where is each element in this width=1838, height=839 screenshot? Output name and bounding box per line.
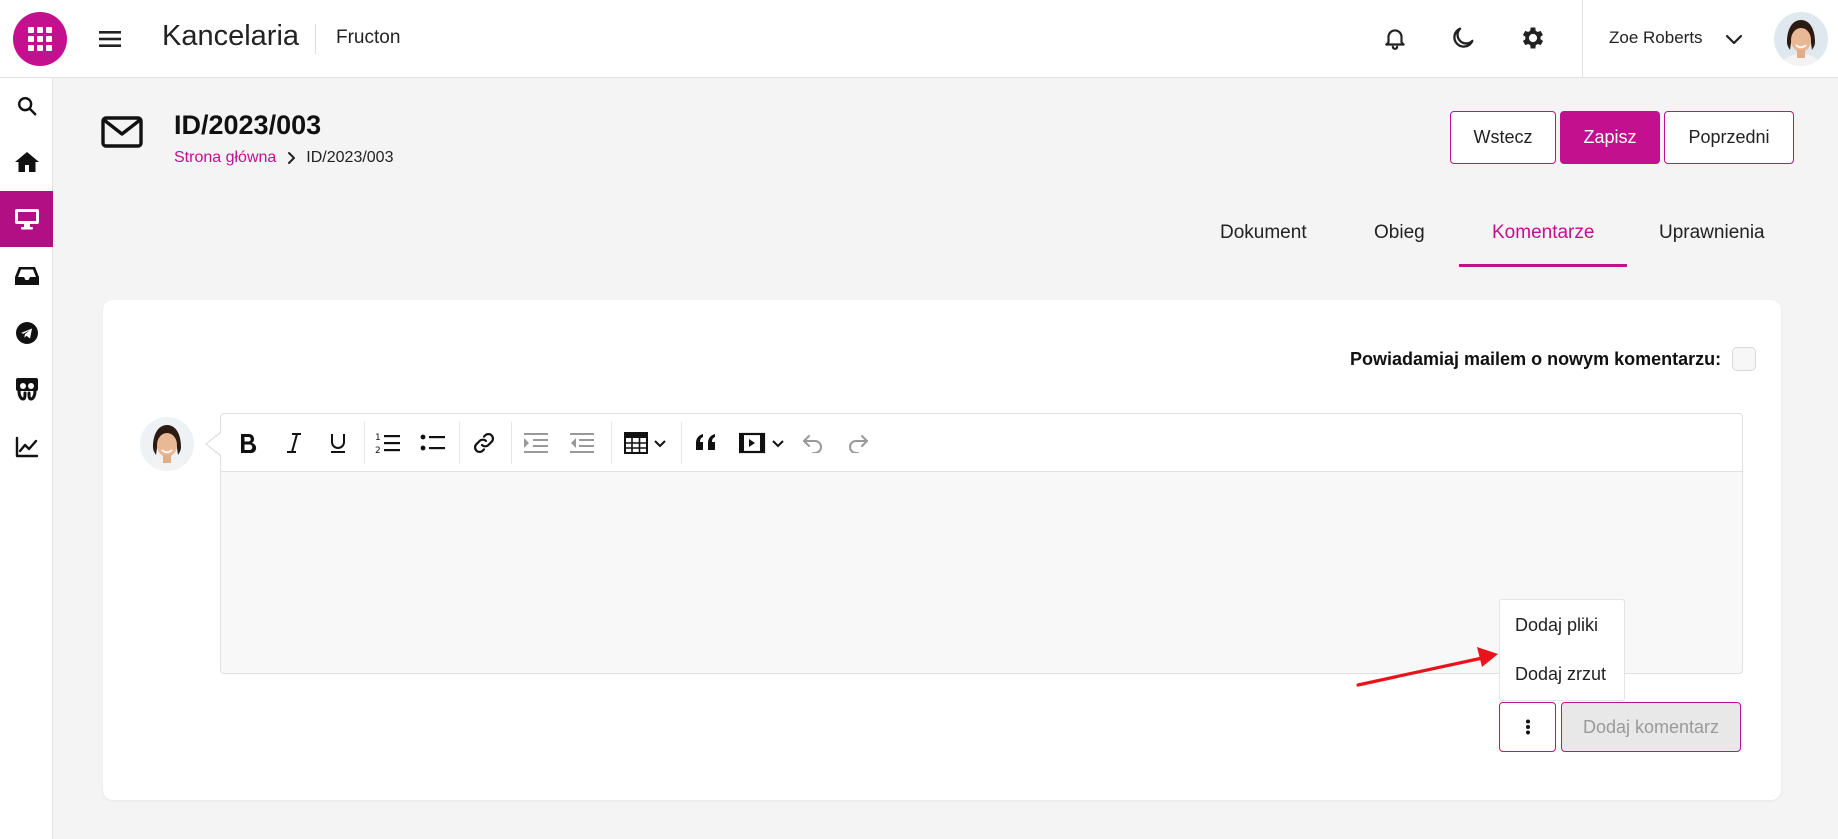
notifications-button[interactable] (1375, 18, 1415, 58)
telegram-icon (15, 322, 38, 344)
dark-mode-button[interactable] (1443, 18, 1483, 58)
undo-icon (803, 435, 822, 453)
avatar-image (140, 417, 194, 471)
hamburger-icon (99, 31, 121, 47)
hamburger-menu-button[interactable] (95, 24, 125, 54)
annotation-arrow (1356, 647, 1498, 687)
tab-komentarze[interactable]: Komentarze (1492, 222, 1594, 244)
envelope-icon (101, 116, 143, 148)
blockquote-icon (696, 434, 715, 450)
user-divider (1582, 0, 1583, 78)
outdent-button[interactable] (565, 427, 599, 459)
toolbar-separator (611, 422, 612, 464)
chevron-down-icon[interactable] (1722, 27, 1746, 51)
breadcrumb: Strona główna ID/2023/003 (174, 149, 393, 167)
numbered-list-button[interactable]: 12 (371, 427, 405, 459)
active-tab-indicator (1459, 264, 1627, 267)
toolbar-separator (459, 422, 460, 464)
save-button[interactable]: Zapisz (1560, 111, 1660, 164)
indent-icon (524, 433, 548, 453)
rail-item-telegram[interactable] (0, 305, 53, 361)
search-icon (17, 97, 36, 116)
redo-icon (849, 435, 868, 453)
rail-item-inbox[interactable] (0, 248, 53, 304)
editor-pointer-fill (207, 433, 221, 455)
more-options-button[interactable] (1499, 702, 1556, 752)
attachments-menu: Dodaj pliki Dodaj zrzut (1499, 599, 1625, 701)
blockquote-button[interactable] (689, 427, 723, 459)
svg-text:2: 2 (375, 446, 381, 455)
home-icon (14, 152, 39, 172)
toolbar-separator (681, 422, 682, 464)
slideshare-icon (15, 378, 38, 401)
bulleted-list-button[interactable] (416, 427, 450, 459)
settings-button[interactable] (1513, 18, 1553, 58)
previous-button[interactable]: Poprzedni (1664, 111, 1794, 164)
moon-icon (1453, 27, 1474, 48)
link-button[interactable] (467, 427, 501, 459)
media-icon (739, 432, 784, 454)
page-title: ID/2023/003 (174, 110, 322, 140)
desktop-icon (14, 209, 39, 230)
avatar-image (1774, 12, 1828, 66)
gear-icon (1522, 27, 1544, 49)
user-avatar[interactable] (1774, 12, 1828, 66)
bell-icon (1385, 29, 1405, 50)
outdent-icon (570, 433, 594, 453)
title-divider (315, 24, 316, 54)
vertical-ellipsis-icon (1525, 719, 1530, 735)
rail-item-slideshare[interactable] (0, 362, 53, 418)
back-button[interactable]: Wstecz (1450, 111, 1556, 164)
commenter-avatar (140, 417, 194, 471)
rail-item-desktop[interactable] (0, 191, 53, 247)
link-icon (473, 432, 495, 454)
tab-obieg[interactable]: Obieg (1374, 222, 1425, 244)
user-name[interactable]: Zoe Roberts (1609, 28, 1703, 48)
notify-email-checkbox[interactable] (1732, 347, 1756, 371)
left-navigation-rail (0, 78, 53, 839)
add-screenshot-menu-item[interactable]: Dodaj zrzut (1515, 664, 1606, 685)
undo-button[interactable] (796, 427, 830, 459)
bulleted-list-icon (420, 434, 445, 451)
breadcrumb-home-link[interactable]: Strona główna (174, 149, 276, 167)
bold-icon (241, 434, 257, 454)
rail-item-home[interactable] (0, 134, 53, 190)
add-files-menu-item[interactable]: Dodaj pliki (1515, 615, 1598, 636)
toolbar-separator (364, 422, 365, 464)
apps-grid-button[interactable] (13, 12, 67, 66)
toolbar-separator (511, 422, 512, 464)
chevron-right-icon (288, 152, 296, 164)
organization-name: Fructon (336, 27, 401, 48)
tab-dokument[interactable]: Dokument (1220, 222, 1307, 244)
add-comment-button[interactable]: Dodaj komentarz (1561, 702, 1741, 752)
underline-button[interactable] (321, 427, 355, 459)
underline-icon (331, 434, 345, 453)
editor-toolbar: 12 (221, 414, 1742, 472)
media-button[interactable] (736, 427, 788, 459)
top-bar: Kancelaria Fructon Zoe Roberts (0, 0, 1838, 78)
inbox-icon (14, 267, 39, 285)
chart-line-icon (15, 436, 38, 458)
italic-button[interactable] (277, 427, 311, 459)
rail-item-search[interactable] (0, 78, 53, 134)
numbered-list-icon: 12 (375, 433, 400, 455)
svg-text:1: 1 (375, 433, 381, 443)
italic-icon (287, 433, 301, 453)
app-title: Kancelaria (162, 20, 300, 52)
indent-button[interactable] (519, 427, 553, 459)
rail-item-analytics[interactable] (0, 419, 53, 475)
breadcrumb-current: ID/2023/003 (306, 149, 394, 166)
notify-email-label: Powiadamiaj mailem o nowym komentarzu: (1350, 349, 1722, 369)
table-button[interactable] (621, 427, 671, 459)
table-icon (624, 432, 666, 454)
tab-uprawnienia[interactable]: Uprawnienia (1659, 222, 1765, 244)
redo-button[interactable] (841, 427, 875, 459)
grid-icon (28, 27, 52, 51)
bold-button[interactable] (231, 427, 265, 459)
